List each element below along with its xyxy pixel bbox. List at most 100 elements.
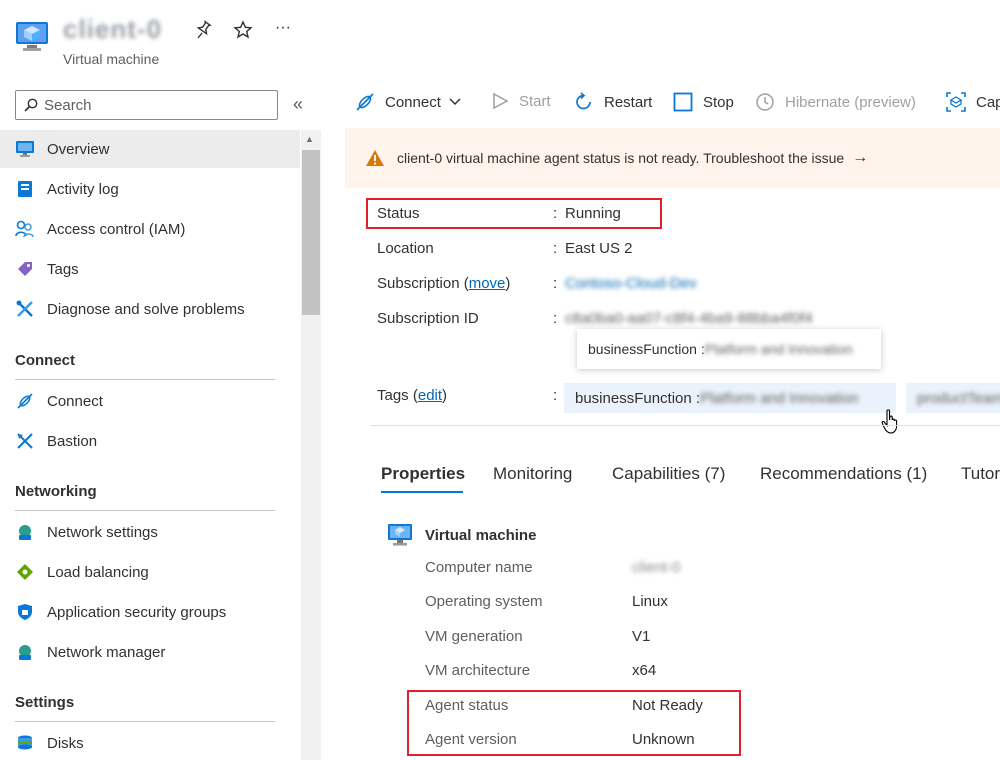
sidebar-item-label: Disks	[47, 734, 84, 752]
prop-value-vm-architecture: x64	[632, 662, 657, 679]
scroll-up-arrow-icon[interactable]: ▲	[305, 134, 314, 144]
sidebar-item-network-manager[interactable]: Network manager	[0, 633, 300, 671]
prop-label-vm-generation: VM generation	[425, 628, 523, 645]
sidebar-item-app-security-groups[interactable]: Application security groups	[0, 593, 300, 631]
tag-chip-business-function[interactable]: businessFunction : Platform and Innovati…	[564, 383, 896, 413]
collapse-sidebar-button[interactable]: «	[293, 94, 303, 115]
active-tab-indicator	[381, 491, 463, 493]
restart-button[interactable]: Restart	[574, 92, 652, 112]
properties-section-title: Virtual machine	[425, 527, 537, 544]
capture-label: Cap	[976, 93, 1000, 111]
restart-label: Restart	[604, 93, 653, 111]
prop-value-operating-system: Linux	[632, 593, 668, 610]
sidebar-item-network-settings[interactable]: Network settings	[0, 513, 300, 551]
sidebar-item-access-control[interactable]: Access control (IAM)	[0, 210, 300, 248]
network-icon	[15, 522, 35, 542]
pin-icon	[196, 20, 212, 39]
banner-text: client-0 virtual machine agent status is…	[397, 150, 845, 166]
location-label: Location	[377, 240, 434, 257]
tag-chip-product-team[interactable]: productTeam	[906, 383, 1000, 413]
start-button[interactable]: Start	[491, 92, 551, 110]
sidebar-item-disks[interactable]: Disks	[0, 724, 300, 760]
colon: :	[553, 387, 558, 404]
tags-label: Tags (edit)	[377, 387, 447, 404]
tag-icon	[15, 259, 35, 279]
overview-icon	[15, 139, 35, 159]
subscription-id-label: Subscription ID	[377, 310, 479, 327]
connect-button[interactable]: Connect	[355, 92, 461, 112]
tooltip-key: businessFunction :	[588, 341, 705, 357]
stop-label: Stop	[703, 93, 734, 111]
star-icon	[233, 20, 253, 39]
sidebar-item-label: Access control (IAM)	[47, 220, 186, 238]
sidebar-scrollbar-thumb[interactable]	[302, 150, 320, 315]
sidebar-item-label: Tags	[47, 260, 79, 278]
agent-highlight-box	[407, 690, 741, 756]
activity-log-icon	[15, 179, 35, 199]
network-manager-icon	[15, 642, 35, 662]
sidebar-item-connect[interactable]: Connect	[0, 382, 300, 420]
tab-properties[interactable]: Properties	[381, 464, 465, 484]
sidebar-item-label: Bastion	[47, 432, 98, 450]
colon: :	[553, 240, 558, 257]
prop-value-vm-generation: V1	[632, 628, 651, 645]
colon: :	[553, 310, 558, 327]
tab-recommendations[interactable]: Recommendations (1)	[760, 464, 927, 484]
more-options-button[interactable]: ···	[275, 19, 291, 37]
sidebar-item-overview[interactable]: Overview	[0, 130, 300, 168]
subscription-move-link[interactable]: move	[469, 275, 506, 292]
vm-overview-page: client-0 Virtual machine ··· « Overview …	[0, 0, 1000, 760]
load-balancer-icon	[15, 562, 35, 582]
stop-button[interactable]: Stop	[673, 92, 734, 112]
bastion-icon	[15, 431, 35, 451]
sidebar-item-label: Diagnose and solve problems	[47, 300, 245, 318]
section-header-networking: Networking	[15, 483, 275, 511]
arrow-right-icon: →	[852, 149, 869, 166]
tag-key: businessFunction :	[575, 389, 701, 407]
tab-tutorials[interactable]: Tutor	[961, 464, 1000, 484]
tag-value: productTeam	[917, 389, 1000, 407]
tags-edit-link[interactable]: edit	[418, 387, 442, 404]
sidebar-item-diagnose[interactable]: Diagnose and solve problems	[0, 290, 300, 328]
virtual-machine-icon	[388, 524, 412, 546]
sidebar-search[interactable]	[15, 90, 278, 120]
sidebar-item-label: Network manager	[47, 643, 166, 661]
capture-icon	[946, 92, 966, 112]
tags-label-text: Tags (	[377, 387, 418, 404]
agent-warning-banner[interactable]: client-0 virtual machine agent status is…	[345, 128, 1000, 188]
tab-capabilities[interactable]: Capabilities (7)	[612, 464, 725, 484]
disks-icon	[15, 733, 35, 753]
hibernate-label: Hibernate (preview)	[785, 93, 916, 111]
tag-value: Platform and Innovation	[700, 389, 859, 407]
sidebar-item-label: Network settings	[47, 523, 158, 541]
favorite-button[interactable]	[233, 20, 253, 45]
prop-label-computer-name: Computer name	[425, 559, 533, 576]
connect-icon	[15, 391, 35, 411]
subscription-label: Subscription (move)	[377, 275, 510, 292]
hibernate-button[interactable]: Hibernate (preview)	[755, 92, 916, 112]
colon: :	[553, 275, 558, 292]
people-icon	[15, 219, 35, 239]
connect-label: Connect	[385, 93, 441, 111]
subscription-value-link[interactable]: Contoso-Cloud-Dev	[565, 275, 697, 292]
section-header-connect: Connect	[15, 352, 275, 380]
sidebar-item-tags[interactable]: Tags	[0, 250, 300, 288]
page-title: client-0	[63, 14, 163, 44]
essentials-divider	[370, 425, 1000, 426]
sidebar-item-activity-log[interactable]: Activity log	[0, 170, 300, 208]
search-icon	[24, 98, 38, 112]
sidebar-item-label: Application security groups	[47, 603, 227, 621]
pin-button[interactable]	[193, 20, 213, 45]
prop-value-computer-name: client-0	[632, 559, 681, 576]
location-value: East US 2	[565, 240, 633, 257]
tab-monitoring[interactable]: Monitoring	[493, 464, 572, 484]
search-input[interactable]	[44, 96, 264, 114]
start-label: Start	[519, 92, 551, 110]
page-subtitle: Virtual machine	[63, 51, 160, 67]
sidebar-item-load-balancing[interactable]: Load balancing	[0, 553, 300, 591]
sidebar-item-bastion[interactable]: Bastion	[0, 422, 300, 460]
capture-button[interactable]: Cap	[946, 92, 1000, 112]
play-icon	[493, 92, 509, 110]
restart-icon	[576, 92, 591, 110]
status-highlight-box	[366, 198, 662, 229]
